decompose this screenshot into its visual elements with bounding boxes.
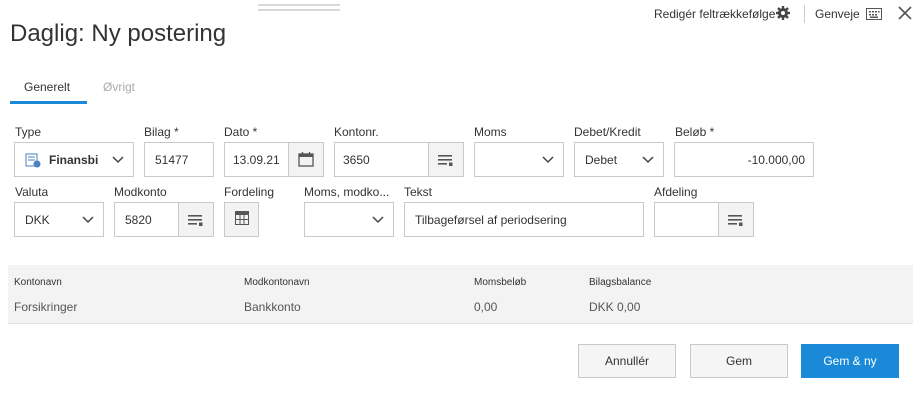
beloeb-label: Beløb * bbox=[675, 125, 715, 139]
kontonr-value: 3650 bbox=[343, 152, 370, 167]
chevron-down-icon bbox=[73, 203, 103, 236]
fordeling-button[interactable] bbox=[224, 202, 259, 237]
close-icon[interactable] bbox=[898, 6, 912, 25]
summary-value-momsbeloeb: 0,00 bbox=[474, 300, 498, 314]
bilag-input[interactable]: 51477 bbox=[144, 142, 214, 177]
dato-label: Dato * bbox=[224, 125, 258, 139]
kontonr-input[interactable]: 3650 bbox=[334, 142, 464, 177]
shortcuts-link[interactable]: Genveje bbox=[815, 7, 860, 21]
summary-panel bbox=[8, 265, 913, 324]
journal-type-icon bbox=[15, 152, 41, 168]
summary-header-momsbeloeb: Momsbeløb bbox=[474, 277, 527, 288]
save-button[interactable]: Gem bbox=[690, 344, 788, 378]
moms-label: Moms bbox=[474, 125, 507, 139]
grid-icon bbox=[234, 211, 249, 228]
bilag-label: Bilag * bbox=[144, 125, 179, 139]
chevron-down-icon bbox=[533, 143, 563, 176]
tekst-input[interactable]: Tilbageførsel af periodsering bbox=[404, 202, 644, 237]
dato-input[interactable]: 13.09.21 bbox=[224, 142, 324, 177]
moms-modkonto-label: Moms, modko... bbox=[304, 185, 390, 199]
chevron-down-icon bbox=[633, 143, 663, 176]
debet-kredit-label: Debet/Kredit bbox=[574, 125, 641, 139]
type-label: Type bbox=[15, 125, 42, 139]
summary-header-modkontonavn: Modkontonavn bbox=[244, 277, 310, 288]
afdeling-input[interactable] bbox=[654, 202, 754, 237]
save-and-new-button[interactable]: Gem & ny bbox=[801, 344, 899, 378]
edit-field-order-link[interactable]: Redigér feltrækkefølge bbox=[654, 7, 775, 21]
lookup-list-icon[interactable] bbox=[718, 203, 753, 236]
modkonto-value: 5820 bbox=[125, 212, 152, 227]
type-select[interactable]: Finansbi bbox=[14, 142, 134, 177]
chevron-down-icon bbox=[103, 143, 133, 176]
active-tab-indicator bbox=[10, 101, 87, 104]
type-value: Finansbi bbox=[49, 152, 99, 167]
valuta-value: DKK bbox=[25, 212, 50, 227]
cancel-button[interactable]: Annullér bbox=[578, 344, 676, 378]
chevron-down-icon bbox=[363, 203, 393, 236]
afdeling-label: Afdeling bbox=[654, 185, 698, 199]
beloeb-input[interactable]: -10.000,00 bbox=[674, 142, 814, 177]
modkonto-label: Modkonto bbox=[114, 185, 167, 199]
valuta-label: Valuta bbox=[15, 185, 49, 199]
moms-select[interactable] bbox=[474, 142, 564, 177]
summary-header-bilagsbalance: Bilagsbalance bbox=[589, 277, 652, 288]
modkonto-input[interactable]: 5820 bbox=[114, 202, 214, 237]
summary-value-bilagsbalance: DKK 0,00 bbox=[589, 300, 641, 314]
dialog-drag-handle[interactable] bbox=[258, 4, 340, 11]
tab-oevrigt[interactable]: Øvrigt bbox=[103, 80, 135, 94]
lookup-list-icon[interactable] bbox=[178, 203, 213, 236]
moms-modkonto-select[interactable] bbox=[304, 202, 394, 237]
fordeling-label: Fordeling bbox=[224, 185, 275, 199]
tekst-label: Tekst bbox=[404, 185, 433, 199]
gear-icon[interactable] bbox=[775, 5, 791, 26]
beloeb-value: -10.000,00 bbox=[747, 152, 805, 167]
calendar-icon[interactable] bbox=[288, 143, 323, 176]
header-divider bbox=[804, 5, 805, 23]
page-title: Daglig: Ny postering bbox=[10, 20, 227, 47]
debet-kredit-value: Debet bbox=[585, 152, 618, 167]
lookup-list-icon[interactable] bbox=[428, 143, 463, 176]
keyboard-icon[interactable] bbox=[866, 7, 882, 25]
dato-value: 13.09.21 bbox=[233, 152, 280, 167]
summary-value-kontonavn: Forsikringer bbox=[14, 300, 78, 314]
bilag-value: 51477 bbox=[155, 152, 189, 167]
kontonr-label: Kontonr. bbox=[334, 125, 379, 139]
tab-generelt[interactable]: Generelt bbox=[24, 80, 70, 94]
summary-value-modkontonavn: Bankkonto bbox=[244, 300, 301, 314]
summary-header-kontonavn: Kontonavn bbox=[14, 277, 62, 288]
tekst-value: Tilbageførsel af periodsering bbox=[415, 212, 567, 227]
valuta-select[interactable]: DKK bbox=[14, 202, 104, 237]
debet-kredit-select[interactable]: Debet bbox=[574, 142, 664, 177]
